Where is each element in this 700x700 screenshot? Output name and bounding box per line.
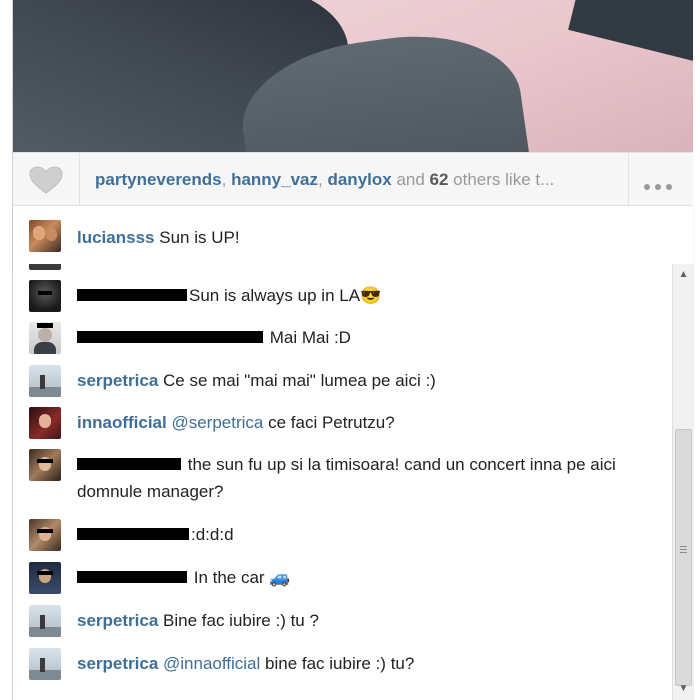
caption-body: Sun is UP! <box>159 228 240 247</box>
redacted-username[interactable] <box>77 288 187 301</box>
comment-username[interactable]: serpetrica <box>77 611 158 630</box>
comment-username[interactable]: serpetrica <box>77 654 158 673</box>
like-user-link[interactable]: danylox <box>327 170 391 189</box>
comment-text: Sun is always up in LA😎 <box>77 282 657 309</box>
avatar[interactable] <box>29 220 61 252</box>
scroll-down-arrow-icon[interactable]: ▼ <box>673 680 694 698</box>
comment-item: Mai Mai :D <box>13 322 673 358</box>
scroll-up-arrow-icon[interactable]: ▲ <box>673 266 694 284</box>
comment-text: Mai Mai :D <box>77 324 657 351</box>
avatar[interactable] <box>29 365 61 397</box>
redacted-username[interactable] <box>77 527 189 540</box>
like-button[interactable] <box>13 153 80 206</box>
comment-text: In the car 🚙 <box>77 564 657 591</box>
redacted-username[interactable] <box>77 457 181 470</box>
caption-row: luciansss Sun is UP! <box>13 206 693 265</box>
comment-text: the sun fu up si la timisoara! cand un c… <box>77 451 657 505</box>
avatar[interactable] <box>29 562 61 594</box>
scrollbar-thumb[interactable] <box>675 429 692 686</box>
more-options-button[interactable] <box>628 153 693 206</box>
like-user-link[interactable]: partyneverends <box>95 170 222 189</box>
likes-separator: , <box>221 170 232 189</box>
comment-body: Sun is always up in LA😎 <box>189 286 382 305</box>
comment-text: :d:d:d <box>77 521 657 548</box>
like-user-link[interactable]: hanny_vaz <box>231 170 318 189</box>
comment-body: Ce se mai "mai mai" lumea pe aici :) <box>163 371 436 390</box>
likes-tail-text: others like t... <box>448 170 555 189</box>
likes-and-text: and <box>391 170 430 189</box>
comment-text: serpetrica Ce se mai "mai mai" lumea pe … <box>77 367 657 394</box>
comment-item: serpetrica Bine fac iubire :) tu ? <box>13 605 673 641</box>
avatar[interactable] <box>29 605 61 637</box>
comment-body: Mai Mai :D <box>265 328 351 347</box>
comment-username[interactable]: innaofficial <box>77 413 167 432</box>
likes-summary: partyneverends, hanny_vaz, danylox and 6… <box>95 170 554 190</box>
caption-username[interactable]: luciansss <box>77 228 155 247</box>
comment-item: Sun is always up in LA😎 <box>13 280 673 316</box>
scrollbar-grip-icon <box>680 546 687 547</box>
comment-item: :d:d:d <box>13 519 673 555</box>
comment-item: serpetrica Ce se mai "mai mai" lumea pe … <box>13 365 673 401</box>
post-photo[interactable] <box>13 0 693 152</box>
comment-body: :d:d:d <box>191 525 234 544</box>
avatar <box>29 264 61 270</box>
avatar[interactable] <box>29 280 61 312</box>
comment-item: the sun fu up si la timisoara! cand un c… <box>13 449 673 511</box>
comment-item: In the car 🚙 <box>13 562 673 598</box>
comments-scrollbar[interactable]: ▲ ▼ <box>672 264 694 700</box>
comment-item: innaofficial @serpetrica ce faci Petrutz… <box>13 407 673 443</box>
comment-body: Bine fac iubire :) tu ? <box>163 611 319 630</box>
comment-body: In the car 🚙 <box>189 568 291 587</box>
avatar[interactable] <box>29 519 61 551</box>
caption-text: luciansss Sun is UP! <box>77 228 240 248</box>
comment-body: ce faci Petrutzu? <box>263 413 395 432</box>
comment-text: serpetrica @innaofficial bine fac iubire… <box>77 650 657 677</box>
comment-mention[interactable]: @serpetrica <box>171 413 263 432</box>
comment-username[interactable]: serpetrica <box>77 371 158 390</box>
comment-text: innaofficial @serpetrica ce faci Petrutz… <box>77 409 657 436</box>
redacted-username[interactable] <box>77 330 263 343</box>
likes-bar: partyneverends, hanny_vaz, danylox and 6… <box>13 152 693 206</box>
avatar[interactable] <box>29 648 61 680</box>
comment-partial <box>13 264 673 270</box>
more-dots-icon <box>644 177 677 195</box>
avatar[interactable] <box>29 449 61 481</box>
avatar[interactable] <box>29 322 61 354</box>
redacted-username[interactable] <box>77 570 187 583</box>
heart-icon <box>29 166 63 194</box>
comment-text: serpetrica Bine fac iubire :) tu ? <box>77 607 657 634</box>
comment-body: bine fac iubire :) tu? <box>260 654 415 673</box>
comment-mention[interactable]: @innaofficial <box>163 654 260 673</box>
comment-item: serpetrica @innaofficial bine fac iubire… <box>13 648 673 684</box>
avatar[interactable] <box>29 407 61 439</box>
likes-count[interactable]: 62 <box>430 170 449 189</box>
comments-list: Sun is always up in LA😎 Mai Mai :D serpe… <box>13 264 693 700</box>
